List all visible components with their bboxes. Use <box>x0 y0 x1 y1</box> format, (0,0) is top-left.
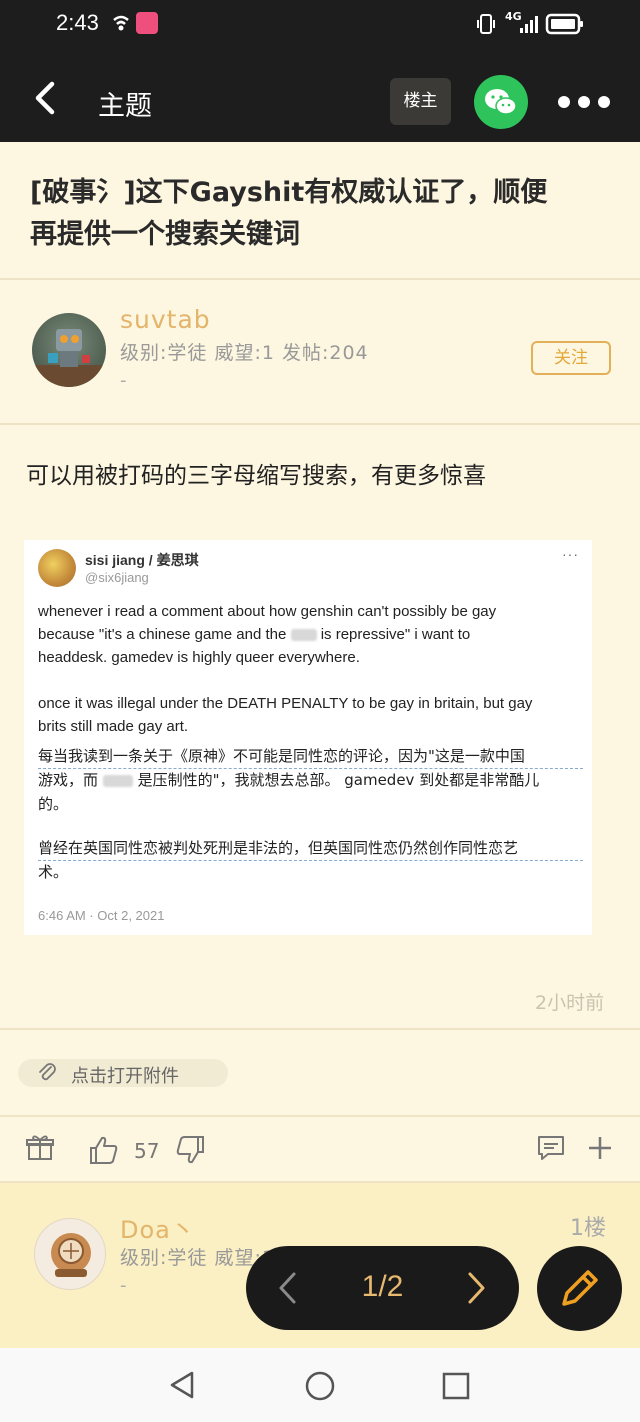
page-title: 主题 <box>98 91 152 122</box>
divider <box>0 1028 640 1030</box>
compose-reply-button[interactable] <box>537 1246 622 1331</box>
tweet-image[interactable]: sisi jiang / 姜思琪 @six6jiang ··· whenever… <box>24 540 592 935</box>
author-signature: - <box>120 370 127 391</box>
author-avatar[interactable] <box>32 313 106 387</box>
signal-icon <box>520 16 538 33</box>
tweet-timestamp: 6:46 AM · Oct 2, 2021 <box>38 908 165 923</box>
tweet-text-line: because "it's a chinese game and the is … <box>38 623 583 646</box>
reply-avatar[interactable] <box>34 1218 106 1290</box>
attachment-button[interactable]: 点击打开附件 <box>18 1059 228 1087</box>
reply-author-signature: - <box>120 1275 127 1296</box>
robot-avatar-icon <box>32 329 106 387</box>
paperclip-icon <box>39 1063 56 1081</box>
wechat-icon <box>485 89 517 115</box>
vibrate-icon <box>477 14 495 34</box>
tweet-text-line: brits still made gay art. <box>38 718 189 735</box>
translation-line: 每当我读到一条关于《原神》不可能是同性恋的评论，因为"这是一款中国 <box>38 745 583 769</box>
status-time: 2:43 <box>56 10 99 35</box>
follow-button[interactable]: 关注 <box>531 341 611 375</box>
more-dot-icon <box>558 96 570 108</box>
op-only-button[interactable]: 楼主 <box>390 78 451 125</box>
nav-recents-icon[interactable] <box>441 1371 471 1401</box>
plus-icon[interactable] <box>586 1134 614 1162</box>
like-count: 57 <box>134 1139 160 1163</box>
system-nav-bar <box>0 1348 640 1422</box>
diving-helmet-avatar-icon <box>51 1233 91 1277</box>
app-bar: 主题 楼主 <box>0 50 640 142</box>
more-menu-button[interactable] <box>556 92 612 112</box>
attachment-label: 点击打开附件 <box>71 1066 179 1087</box>
reply-author-name[interactable]: Doa丶 <box>120 1210 196 1245</box>
translation-line: 的。 <box>38 795 69 813</box>
next-page-icon[interactable] <box>464 1271 488 1305</box>
translation-fragment: 是压制性的"，我就想去总部。 gamedev 到处都是非常酷儿 <box>137 771 540 789</box>
translation-fragment: 游戏，而 <box>38 771 99 789</box>
thumbs-down-icon[interactable] <box>174 1134 206 1166</box>
divider <box>0 278 640 280</box>
author-info: 级别:学徒 威望:1 发帖:204 <box>120 342 369 364</box>
app-notification-icon <box>136 12 158 34</box>
divider <box>0 1115 640 1117</box>
nav-back-icon[interactable] <box>168 1370 198 1400</box>
status-bar: 2:43 4G <box>0 0 640 50</box>
blurred-redaction <box>102 774 133 787</box>
author-name[interactable]: suvtab <box>120 305 211 334</box>
page-navigator: 1/2 <box>246 1246 519 1330</box>
translation-line: 游戏，而 是压制性的"，我就想去总部。 gamedev 到处都是非常酷儿 <box>38 769 583 792</box>
tweet-text-line: headdesk. gamedev is highly queer everyw… <box>38 649 360 666</box>
post-title: [破事氵]这下Gayshit有权威认证了，顺便 再提供一个搜索关键词 <box>30 172 620 256</box>
divider <box>0 423 640 425</box>
tweet-author-name: sisi jiang / 姜思琪 <box>85 552 199 568</box>
post-body-text: 可以用被打码的三字母缩写搜索，有更多惊喜 <box>26 463 486 489</box>
tweet-text-fragment: is repressive" i want to <box>320 626 471 643</box>
pencil-icon <box>562 1270 598 1306</box>
back-icon[interactable] <box>28 80 64 116</box>
tweet-avatar <box>38 549 76 587</box>
thumbs-up-icon[interactable] <box>88 1134 120 1166</box>
translation-line: 曾经在英国同性恋被判处死刑是非法的，但英国同性恋仍然创作同性恋艺 <box>38 837 583 861</box>
tweet-handle: @six6jiang <box>85 570 149 585</box>
tweet-text-line: whenever i read a comment about how gens… <box>38 603 497 620</box>
post-title-line: [破事氵]这下Gayshit有权威认证了，顺便 <box>30 177 548 208</box>
more-dot-icon <box>578 96 590 108</box>
tweet-more-icon: ··· <box>562 546 579 562</box>
battery-icon <box>545 13 583 35</box>
translation-line: 术。 <box>38 863 69 881</box>
nav-home-icon[interactable] <box>304 1370 336 1402</box>
post-time: 2小时前 <box>535 992 605 1014</box>
reply-floor-number: 1楼 <box>570 1216 606 1241</box>
comment-icon[interactable] <box>536 1134 566 1162</box>
gift-icon[interactable] <box>26 1134 54 1162</box>
more-dot-icon <box>598 96 610 108</box>
post-title-line: 再提供一个搜索关键词 <box>30 219 300 250</box>
tweet-text-fragment: because "it's a chinese game and the <box>38 626 287 643</box>
blurred-redaction <box>290 629 317 642</box>
tweet-text-line: once it was illegal under the DEATH PENA… <box>38 695 533 712</box>
notification-icon <box>113 15 129 31</box>
wechat-share-button[interactable] <box>474 75 528 129</box>
